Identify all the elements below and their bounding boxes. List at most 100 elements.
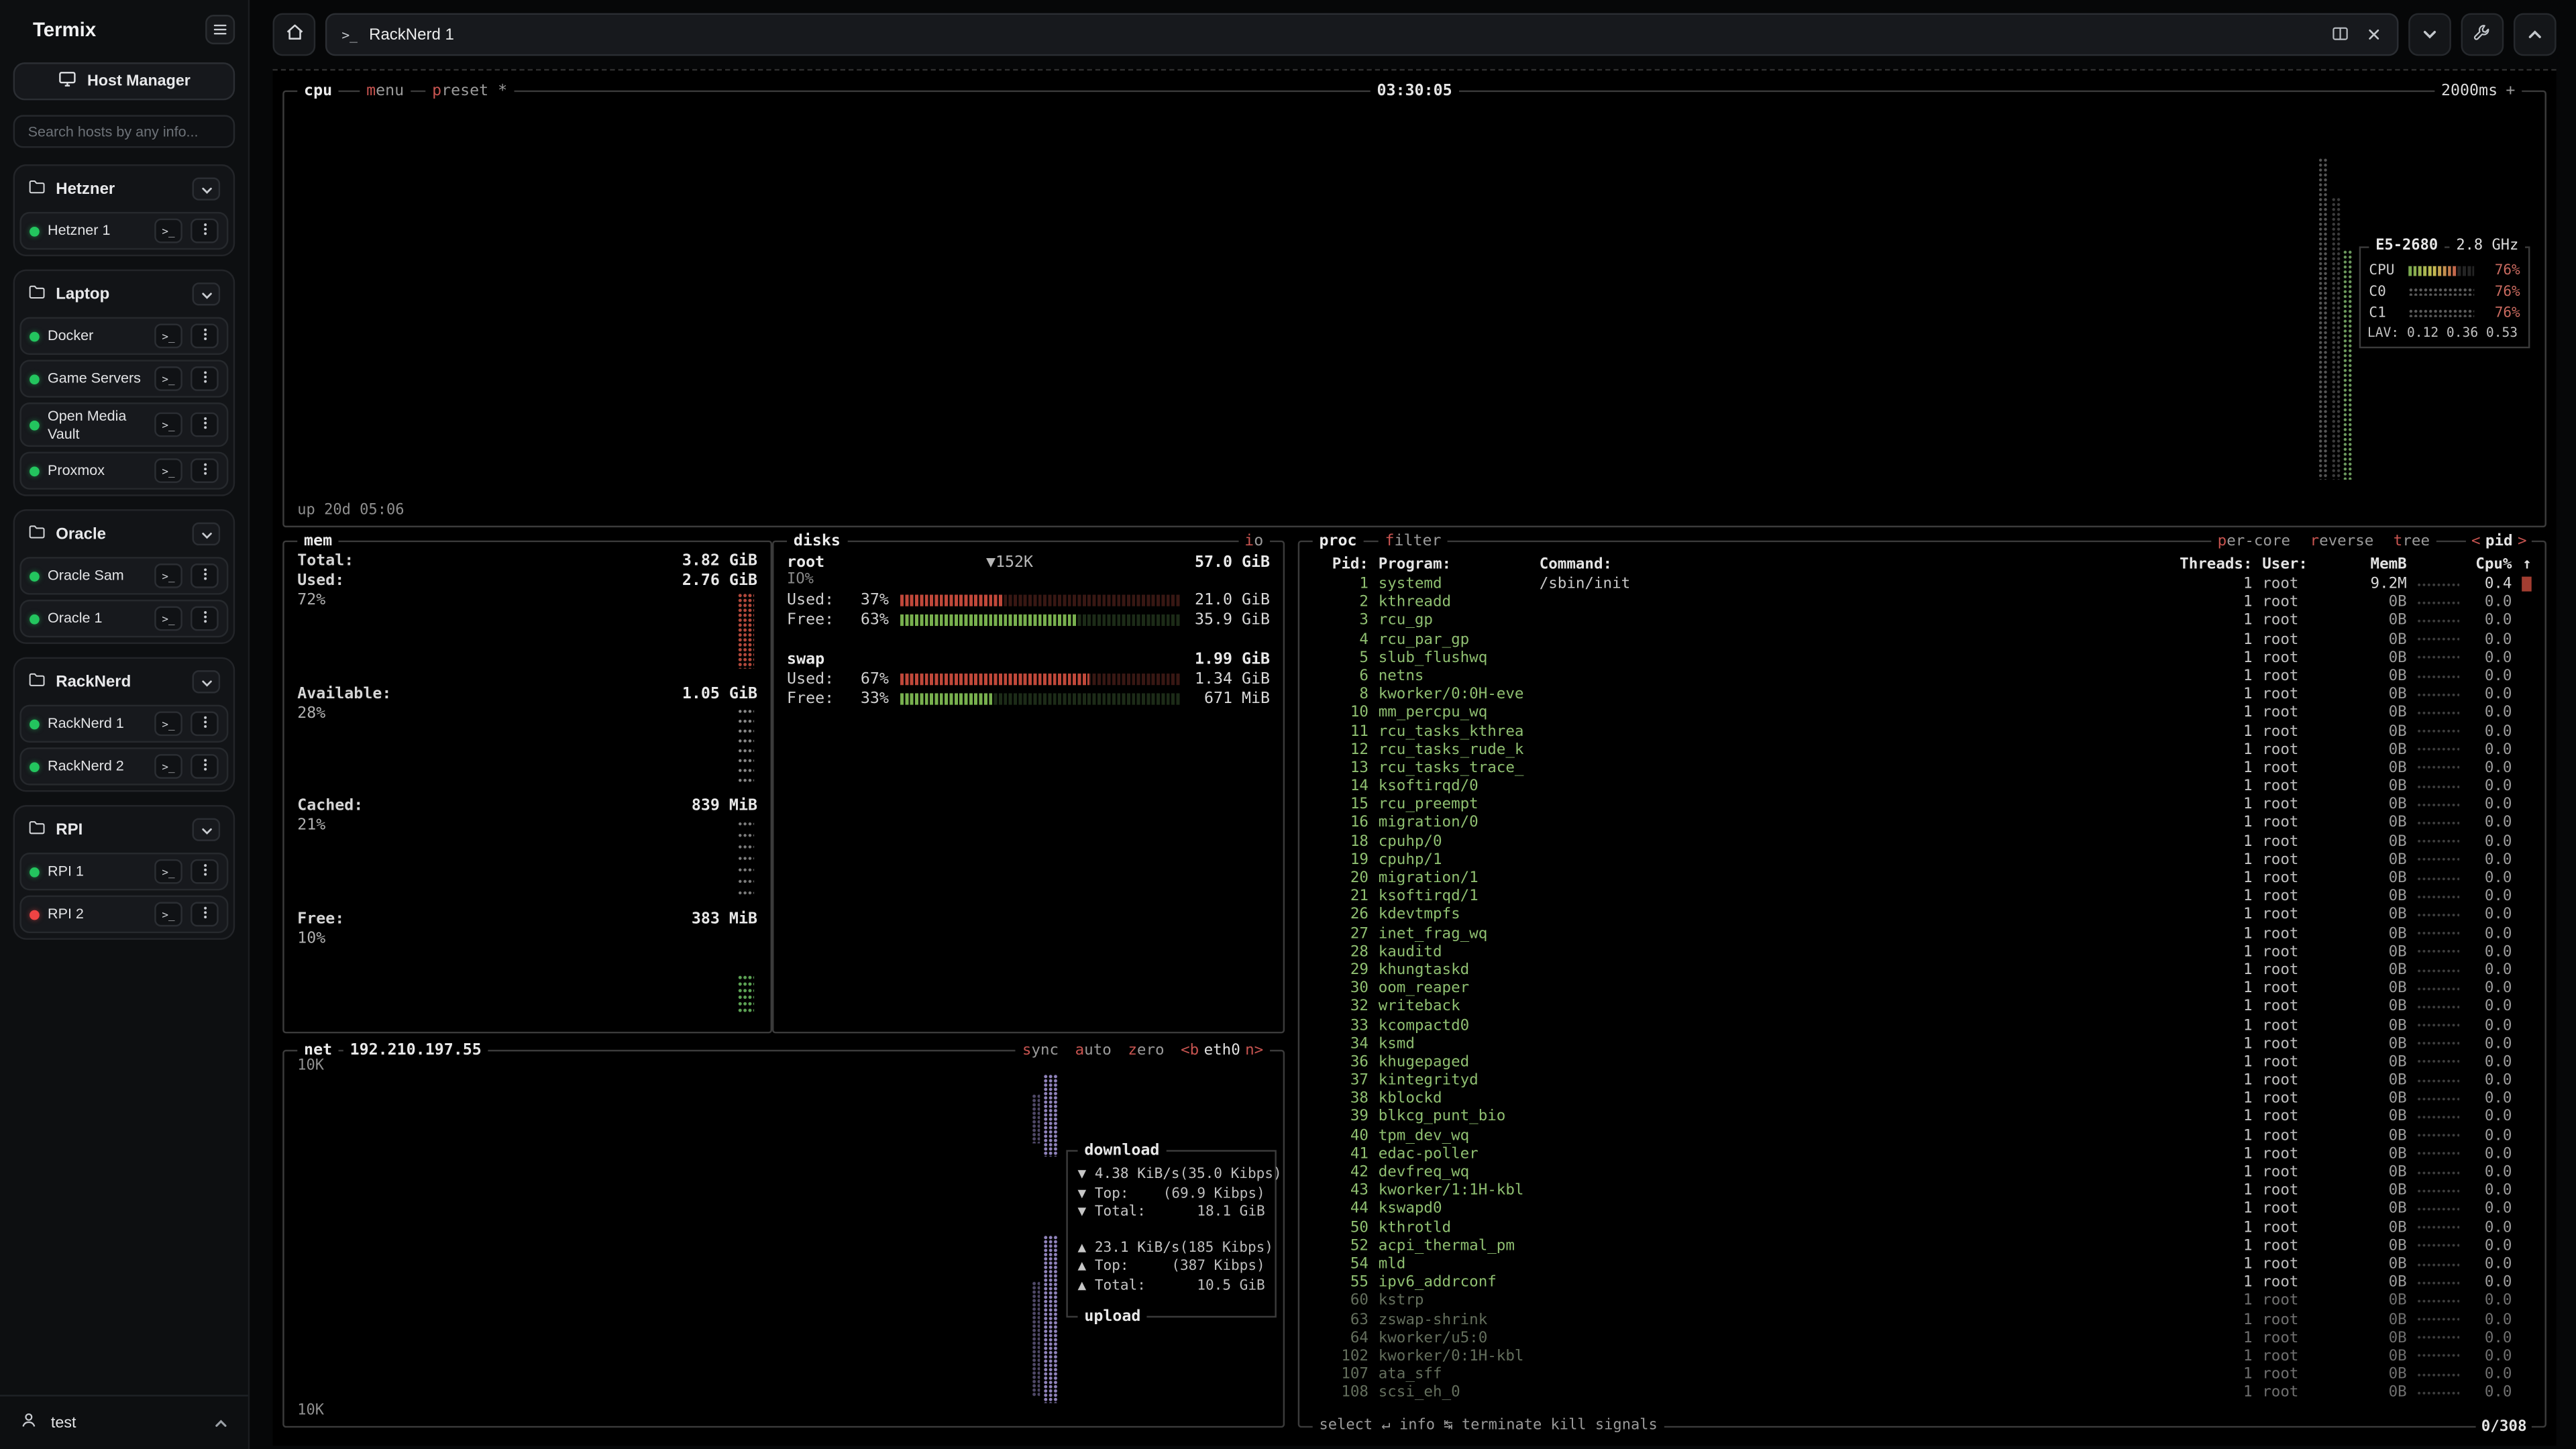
tools-button[interactable] <box>2461 13 2504 56</box>
host-item-racknerd-1[interactable]: RackNerd 1 >_ <box>19 705 228 743</box>
btop-preset-button[interactable]: preset * <box>425 80 514 102</box>
group-header-racknerd[interactable]: RackNerd <box>19 663 228 700</box>
process-row[interactable]: 8 kworker/0:0H-eve 1 root 0B 0.0 <box>1313 686 2532 704</box>
group-collapse-button[interactable] <box>193 282 221 305</box>
open-terminal-button[interactable]: >_ <box>154 606 182 631</box>
process-row[interactable]: 2 kthreadd 1 root 0B 0.0 <box>1313 594 2532 612</box>
group-header-hetzner[interactable]: Hetzner <box>19 171 228 207</box>
process-row[interactable]: 13 rcu_tasks_trace_ 1 root 0B 0.0 <box>1313 759 2532 777</box>
process-row[interactable]: 14 ksoftirqd/0 1 root 0B 0.0 <box>1313 777 2532 796</box>
process-row[interactable]: 44 kswapd0 1 root 0B 0.0 <box>1313 1200 2532 1218</box>
group-header-laptop[interactable]: Laptop <box>19 276 228 312</box>
host-menu-button[interactable] <box>191 754 219 779</box>
host-item-proxmox[interactable]: Proxmox >_ <box>19 451 228 489</box>
group-collapse-button[interactable] <box>193 670 221 693</box>
process-row[interactable]: 50 kthrotld 1 root 0B 0.0 <box>1313 1218 2532 1236</box>
sort-next-button[interactable]: > <box>2518 532 2527 550</box>
group-collapse-button[interactable] <box>193 177 221 200</box>
proc-table-header[interactable]: Pid: Program: Command: Threads: User: Me… <box>1313 553 2532 575</box>
group-collapse-button[interactable] <box>193 523 221 545</box>
host-menu-button[interactable] <box>191 323 219 348</box>
open-terminal-button[interactable]: >_ <box>154 458 182 483</box>
proc-key-hints[interactable]: select ↵ info ↹ terminate kill signals <box>1313 1416 1664 1438</box>
host-manager-button[interactable]: Host Manager <box>13 62 235 100</box>
host-item-open-media-vault[interactable]: Open Media Vault >_ <box>19 402 228 447</box>
user-menu[interactable]: test <box>0 1395 248 1449</box>
process-row[interactable]: 27 inet_frag_wq 1 root 0B 0.0 <box>1313 924 2532 943</box>
process-row[interactable]: 20 migration/1 1 root 0B 0.0 <box>1313 869 2532 888</box>
interval-plus-button[interactable]: + <box>2506 82 2515 100</box>
host-menu-button[interactable] <box>191 902 219 926</box>
host-item-docker[interactable]: Docker >_ <box>19 317 228 355</box>
io-mode-toggle[interactable]: io <box>1238 531 1270 552</box>
open-terminal-button[interactable]: >_ <box>154 323 182 348</box>
host-menu-button[interactable] <box>191 606 219 631</box>
process-row[interactable]: 60 kstrp 1 root 0B 0.0 <box>1313 1292 2532 1310</box>
process-row[interactable]: 52 acpi_thermal_pm 1 root 0B 0.0 <box>1313 1236 2532 1254</box>
host-item-game-servers[interactable]: Game Servers >_ <box>19 360 228 397</box>
process-row[interactable]: 5 slub_flushwq 1 root 0B 0.0 <box>1313 649 2532 667</box>
process-row[interactable]: 42 devfreq_wq 1 root 0B 0.0 <box>1313 1163 2532 1181</box>
host-menu-button[interactable] <box>191 458 219 483</box>
collapse-button[interactable] <box>2514 13 2557 56</box>
process-row[interactable]: 29 khungtaskd 1 root 0B 0.0 <box>1313 961 2532 979</box>
net-auto-toggle[interactable]: auto <box>1075 1040 1112 1061</box>
split-view-button[interactable] <box>2331 22 2349 47</box>
process-row[interactable]: 43 kworker/1:1H-kbl 1 root 0B 0.0 <box>1313 1181 2532 1199</box>
sidebar-menu-button[interactable] <box>205 15 235 44</box>
process-row[interactable]: 12 rcu_tasks_rude_k 1 root 0B 0.0 <box>1313 741 2532 759</box>
sort-prev-button[interactable]: < <box>2471 532 2481 550</box>
process-row[interactable]: 28 kauditd 1 root 0B 0.0 <box>1313 943 2532 961</box>
per-core-toggle[interactable]: per-core <box>2218 531 2290 552</box>
process-row[interactable]: 33 kcompactd0 1 root 0B 0.0 <box>1313 1016 2532 1034</box>
btop-menu-button[interactable]: menu <box>360 80 411 102</box>
process-row[interactable]: 102 kworker/0:1H-kbl 1 root 0B 0.0 <box>1313 1347 2532 1365</box>
process-row[interactable]: 108 scsi_eh_0 1 root 0B 0.0 <box>1313 1384 2532 1402</box>
host-menu-button[interactable] <box>191 219 219 244</box>
process-row[interactable]: 4 rcu_par_gp 1 root 0B 0.0 <box>1313 630 2532 648</box>
net-zero-toggle[interactable]: zero <box>1128 1040 1164 1061</box>
open-terminal-button[interactable]: >_ <box>154 219 182 244</box>
process-row[interactable]: 3 rcu_gp 1 root 0B 0.0 <box>1313 612 2532 630</box>
process-row[interactable]: 19 cpuhp/1 1 root 0B 0.0 <box>1313 851 2532 869</box>
net-sync-toggle[interactable]: sync <box>1022 1040 1059 1061</box>
host-item-racknerd-2[interactable]: RackNerd 2 >_ <box>19 747 228 785</box>
prev-interface-button[interactable]: <b <box>1181 1040 1199 1061</box>
process-row[interactable]: 41 edac-poller 1 root 0B 0.0 <box>1313 1144 2532 1163</box>
process-row[interactable]: 107 ata_sff 1 root 0B 0.0 <box>1313 1365 2532 1383</box>
scroll-up-indicator[interactable]: ↑ <box>2522 553 2532 575</box>
open-terminal-button[interactable]: >_ <box>154 711 182 736</box>
process-row[interactable]: 18 cpuhp/0 1 root 0B 0.0 <box>1313 833 2532 851</box>
group-collapse-button[interactable] <box>193 818 221 841</box>
process-row[interactable]: 37 kintegrityd 1 root 0B 0.0 <box>1313 1071 2532 1089</box>
process-row[interactable]: 32 writeback 1 root 0B 0.0 <box>1313 998 2532 1016</box>
process-row[interactable]: 54 mld 1 root 0B 0.0 <box>1313 1255 2532 1273</box>
proc-table[interactable]: 1 systemd /sbin/init 1 root 9.2M 0.4 2 k… <box>1313 575 2532 1413</box>
process-row[interactable]: 10 mm_percpu_wq 1 root 0B 0.0 <box>1313 704 2532 722</box>
open-terminal-button[interactable]: >_ <box>154 564 182 588</box>
search-input[interactable] <box>13 115 235 148</box>
proc-filter-button[interactable]: filter <box>1379 531 1448 552</box>
open-terminal-button[interactable]: >_ <box>154 754 182 779</box>
btop-interval-control[interactable]: 2000ms+ <box>2434 80 2522 102</box>
host-item-oracle-sam[interactable]: Oracle Sam >_ <box>19 557 228 594</box>
next-interface-button[interactable]: n> <box>1245 1040 1263 1061</box>
open-terminal-button[interactable]: >_ <box>154 366 182 391</box>
host-men-button[interactable] <box>191 413 219 437</box>
process-row[interactable]: 15 rcu_preempt 1 root 0B 0.0 <box>1313 796 2532 814</box>
tree-toggle[interactable]: tree <box>2394 531 2430 552</box>
process-row[interactable]: 64 kworker/u5:0 1 root 0B 0.0 <box>1313 1328 2532 1346</box>
process-row[interactable]: 21 ksoftirqd/1 1 root 0B 0.0 <box>1313 888 2532 906</box>
sort-selector[interactable]: <pid> <box>2467 531 2532 552</box>
process-row[interactable]: 30 oom_reaper 1 root 0B 0.0 <box>1313 979 2532 998</box>
process-row[interactable]: 55 ipv6_addrconf 1 root 0B 0.0 <box>1313 1273 2532 1291</box>
host-item-oracle-1[interactable]: Oracle 1 >_ <box>19 600 228 637</box>
process-row[interactable]: 34 ksmd 1 root 0B 0.0 <box>1313 1034 2532 1053</box>
process-row[interactable]: 1 systemd /sbin/init 1 root 9.2M 0.4 <box>1313 575 2532 593</box>
process-row[interactable]: 36 khugepaged 1 root 0B 0.0 <box>1313 1053 2532 1071</box>
process-row[interactable]: 39 blkcg_punt_bio 1 root 0B 0.0 <box>1313 1108 2532 1126</box>
process-row[interactable]: 11 rcu_tasks_kthrea 1 root 0B 0.0 <box>1313 722 2532 740</box>
host-menu-button[interactable] <box>191 564 219 588</box>
host-item-hetzner-1[interactable]: Hetzner 1 >_ <box>19 212 228 250</box>
host-menu-button[interactable] <box>191 859 219 884</box>
